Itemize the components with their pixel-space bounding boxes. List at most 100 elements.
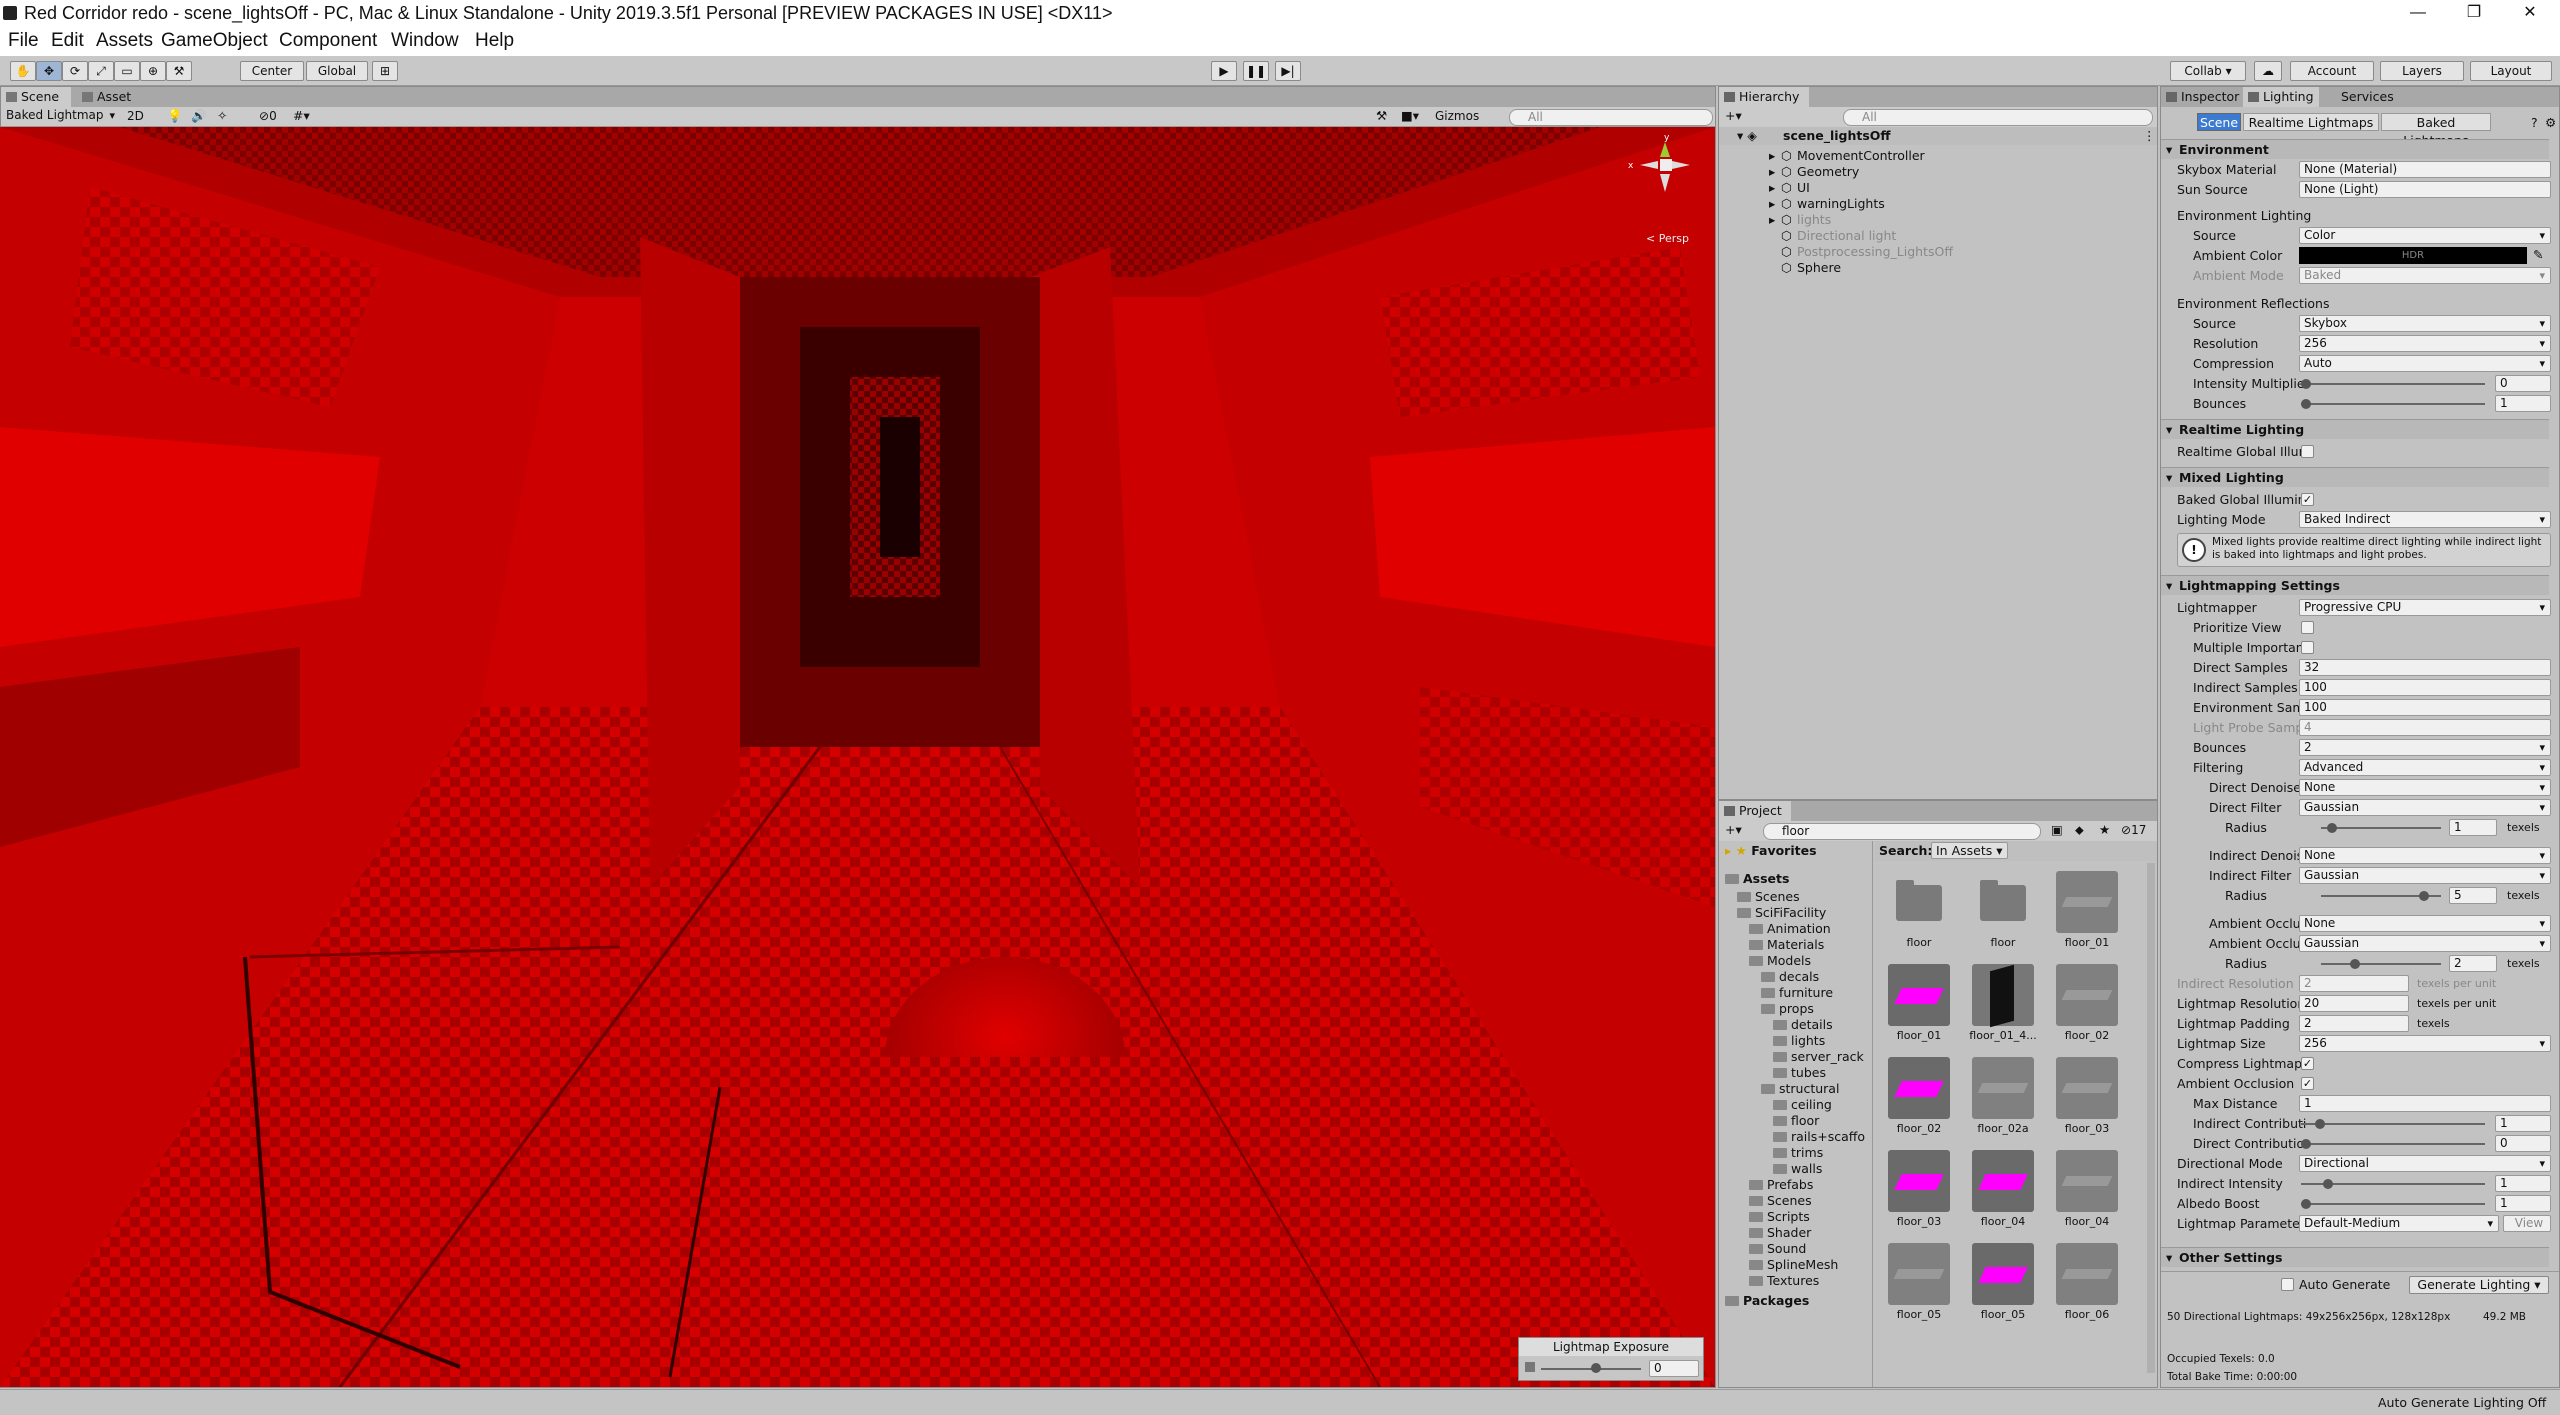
folder-tree-item[interactable]: Textures bbox=[1749, 1273, 1819, 1288]
asset-item[interactable]: floor_02 bbox=[2047, 964, 2127, 1042]
asset-item[interactable]: floor_06 bbox=[2047, 1243, 2127, 1321]
rect-tool-icon[interactable]: ▭ bbox=[114, 61, 140, 81]
env-bounces-field[interactable]: 1 bbox=[2495, 395, 2551, 412]
tab-scene[interactable]: Scene bbox=[1, 87, 71, 107]
move-tool-icon[interactable]: ✥ bbox=[36, 61, 62, 81]
lightmap-size-dropdown[interactable]: 256 bbox=[2299, 1035, 2551, 1052]
pivot-global-button[interactable]: Global bbox=[306, 61, 368, 81]
folder-tree-item[interactable]: ceiling bbox=[1773, 1097, 1832, 1112]
gizmos-dropdown[interactable]: Gizmos bbox=[1435, 109, 1479, 123]
subtab-baked-lightmaps[interactable]: Baked Lightmaps bbox=[2381, 113, 2491, 148]
indirect-contribution-slider-track[interactable] bbox=[2301, 1123, 2485, 1125]
tab-asset-store[interactable]: Asset Store bbox=[77, 87, 173, 124]
restore-icon[interactable]: ❐ bbox=[2446, 0, 2502, 28]
asset-item[interactable]: floor_04 bbox=[2047, 1150, 2127, 1228]
snap-icon[interactable]: ⊞ bbox=[372, 61, 398, 81]
folder-tree-item[interactable]: server_rack bbox=[1773, 1049, 1864, 1064]
asset-item[interactable]: floor_03 bbox=[1879, 1150, 1959, 1228]
asset-item[interactable]: floor_05 bbox=[1963, 1243, 2043, 1321]
perspective-label[interactable]: < Persp bbox=[1646, 232, 1689, 245]
menu-file[interactable]: File bbox=[8, 30, 39, 52]
menu-window[interactable]: Window bbox=[391, 30, 459, 52]
direct-samples-field[interactable]: 32 bbox=[2299, 659, 2551, 676]
exposure-value-field[interactable]: 0 bbox=[1649, 1360, 1699, 1377]
radius1-field[interactable]: 1 bbox=[2449, 819, 2497, 836]
radius3-slider-knob[interactable] bbox=[2349, 959, 2360, 969]
menu-component[interactable]: Component bbox=[279, 30, 377, 52]
folder-tree-item[interactable]: rails+scaffo bbox=[1773, 1129, 1865, 1144]
grid-toggle-icon[interactable]: #▾ bbox=[293, 108, 310, 123]
custom-tool-icon[interactable]: ⚒ bbox=[166, 61, 192, 81]
scene-search-input[interactable]: All bbox=[1509, 109, 1713, 126]
asset-item[interactable]: floor_01_4... bbox=[1963, 964, 2043, 1042]
folder-tree-item[interactable]: Models bbox=[1749, 953, 1811, 968]
lightmap-parameters-dropdown[interactable]: Default-Medium bbox=[2299, 1215, 2499, 1232]
folder-tree-item[interactable]: SplineMesh bbox=[1749, 1257, 1838, 1272]
realtime-lighting-header[interactable]: Realtime Lighting bbox=[2161, 419, 2549, 439]
compress-lightmaps-checkbox[interactable]: ✓ bbox=[2301, 1057, 2314, 1070]
folder-tree-item[interactable]: furniture bbox=[1761, 985, 1833, 1000]
folder-tree-item[interactable]: floor bbox=[1773, 1113, 1819, 1128]
folder-tree-item[interactable]: trims bbox=[1773, 1145, 1823, 1160]
direct-contribution-slider-track[interactable] bbox=[2301, 1143, 2485, 1145]
intensity-field[interactable]: 0 bbox=[2495, 375, 2551, 392]
asset-item[interactable]: floor_02a bbox=[1963, 1057, 2043, 1135]
subtab-realtime-lightmaps[interactable]: Realtime Lightmaps bbox=[2243, 113, 2379, 131]
hierarchy-item[interactable]: ⬡ Sphere bbox=[1719, 259, 2157, 277]
indirect-resolution-field[interactable]: 2 bbox=[2299, 975, 2409, 992]
folder-tree-item[interactable]: tubes bbox=[1773, 1065, 1826, 1080]
direct-contribution-field[interactable]: 0 bbox=[2495, 1135, 2551, 1152]
menu-help[interactable]: Help bbox=[475, 30, 514, 52]
asset-item[interactable]: floor_01 bbox=[2047, 871, 2127, 949]
lightmapping-settings-header[interactable]: Lightmapping Settings bbox=[2161, 575, 2549, 595]
folder-tree-item[interactable]: Sound bbox=[1749, 1241, 1806, 1256]
environment-header[interactable]: Environment bbox=[2161, 139, 2549, 159]
asset-item[interactable]: floor_02 bbox=[1879, 1057, 1959, 1135]
folder-tree-item[interactable]: Packages bbox=[1725, 1293, 1809, 1308]
lightmapper-dropdown[interactable]: Progressive CPU bbox=[2299, 599, 2551, 616]
menu-edit[interactable]: Edit bbox=[51, 30, 84, 52]
filter-label-icon[interactable]: ⬥ bbox=[2075, 822, 2084, 838]
bounces-dropdown[interactable]: 2 bbox=[2299, 739, 2551, 756]
orientation-gizmo[interactable]: y x < Persp bbox=[1620, 132, 1690, 245]
asset-item[interactable]: floor bbox=[1879, 871, 1959, 949]
env-bounces-knob[interactable] bbox=[2301, 399, 2311, 409]
lighting-mode-dropdown[interactable]: Baked Indirect bbox=[2299, 511, 2551, 528]
direct-contribution-slider-knob[interactable] bbox=[2301, 1139, 2311, 1149]
ambient-mode-dropdown[interactable]: Baked bbox=[2299, 267, 2551, 284]
indirect-denoiser-dropdown[interactable]: None bbox=[2299, 847, 2551, 864]
hidden-count[interactable]: ⊘17 bbox=[2121, 823, 2146, 837]
albedo-boost-slider-knob[interactable] bbox=[2301, 1199, 2311, 1209]
draw-mode-dropdown[interactable]: Baked Lightmap bbox=[2, 108, 120, 125]
pause-icon[interactable]: ❚❚ bbox=[1243, 61, 1269, 81]
indirect-contribution-field[interactable]: 1 bbox=[2495, 1115, 2551, 1132]
indirect-samples-field[interactable]: 100 bbox=[2299, 679, 2551, 696]
radius1-slider-knob[interactable] bbox=[2326, 823, 2337, 833]
menu-assets[interactable]: Assets bbox=[96, 30, 153, 52]
indirect-intensity-slider-knob[interactable] bbox=[2322, 1179, 2333, 1189]
2d-toggle[interactable]: 2D bbox=[127, 109, 144, 123]
intensity-slider-knob[interactable] bbox=[2301, 379, 2311, 389]
asset-item[interactable]: floor_03 bbox=[2047, 1057, 2127, 1135]
folder-tree-item[interactable]: Animation bbox=[1749, 921, 1831, 936]
hand-tool-icon[interactable]: ✋ bbox=[10, 61, 36, 81]
scale-tool-icon[interactable]: ⤢ bbox=[88, 61, 114, 81]
folder-tree-item[interactable]: Materials bbox=[1749, 937, 1824, 952]
ambient-occlusion-checkbox[interactable]: ✓ bbox=[2301, 1077, 2314, 1090]
asset-scrollbar[interactable] bbox=[2147, 863, 2155, 1373]
folder-tree-item[interactable]: Scenes bbox=[1737, 889, 1800, 904]
env-bounces-track[interactable] bbox=[2301, 403, 2485, 405]
compression-dropdown[interactable]: Auto bbox=[2299, 355, 2551, 372]
tab-hierarchy[interactable]: Hierarchy bbox=[1719, 87, 1809, 107]
collab-dropdown[interactable]: Collab ▾ bbox=[2170, 61, 2246, 81]
folder-tree-item[interactable]: Shader bbox=[1749, 1225, 1811, 1240]
hierarchy-scene-row[interactable]: ▾ ◈ scene_lightsOff ⋮ bbox=[1719, 127, 2157, 145]
menu-gameobject[interactable]: GameObject bbox=[161, 30, 268, 52]
play-icon[interactable]: ▶ bbox=[1211, 61, 1237, 81]
indirect-intensity-field[interactable]: 1 bbox=[2495, 1175, 2551, 1192]
scene-menu-icon[interactable]: ⋮ bbox=[2143, 128, 2156, 143]
subtab-scene[interactable]: Scene bbox=[2197, 113, 2241, 131]
folder-tree-item[interactable]: Assets bbox=[1725, 871, 1789, 886]
folder-tree-item[interactable]: structural bbox=[1761, 1081, 1839, 1096]
generate-lighting-button[interactable]: Generate Lighting ▾ bbox=[2409, 1276, 2549, 1294]
